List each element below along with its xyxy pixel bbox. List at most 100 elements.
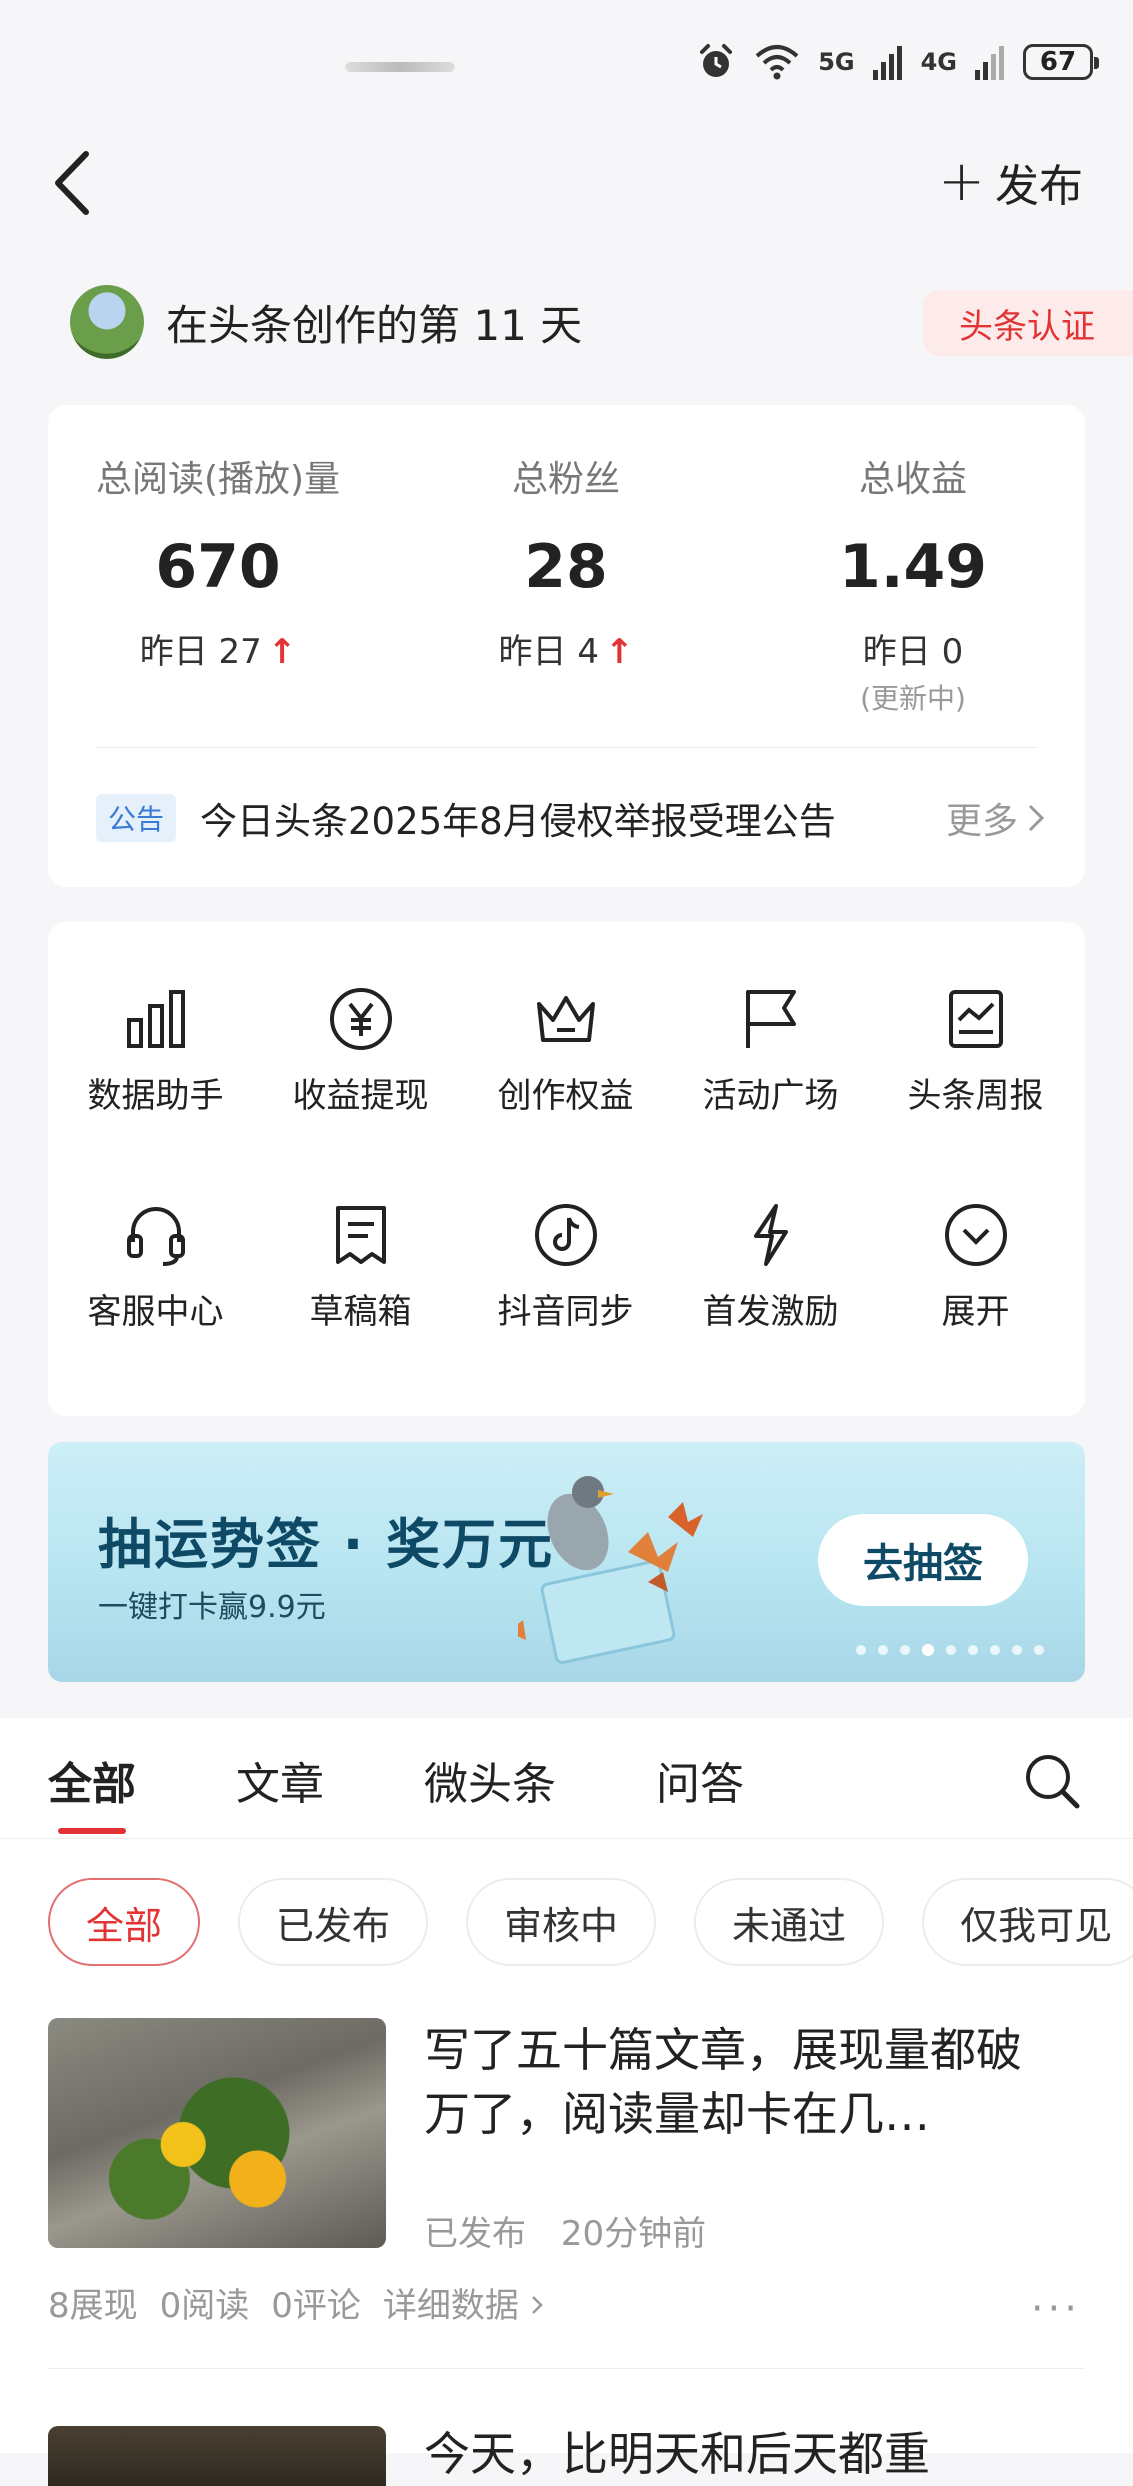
chip-private[interactable]: 仅我可见: [922, 1878, 1133, 1966]
search-icon[interactable]: [1023, 1752, 1081, 1810]
battery-indicator: 67: [1023, 44, 1099, 80]
carousel-dot[interactable]: [990, 1645, 1000, 1655]
post-impressions: 8展现: [48, 2286, 138, 2326]
tool-label: 头条周报: [907, 1076, 1044, 1116]
stat-value: 28: [524, 532, 608, 602]
more-options-button[interactable]: ···: [1031, 2286, 1081, 2332]
carousel-dot[interactable]: [1034, 1645, 1044, 1655]
post-thumbnail-2[interactable]: [48, 2426, 386, 2486]
banner-subtitle: 一键打卡赢9.9元: [98, 1590, 326, 1625]
tool-label: 展开: [941, 1292, 1010, 1332]
tool-first-publish-incentive[interactable]: 首发激励: [668, 1200, 873, 1333]
tool-douyin-sync[interactable]: 抖音同步: [463, 1200, 668, 1333]
stat-total-income[interactable]: 总收益 1.49 昨日 0 (更新中): [743, 450, 1083, 717]
notice-more-link[interactable]: 更多: [946, 792, 1046, 844]
carousel-dot[interactable]: [968, 1645, 978, 1655]
stat-value: 1.49: [838, 532, 988, 602]
lightning-icon: [736, 1200, 806, 1270]
status-icons: 5G 4G 67: [696, 38, 1099, 86]
tabs-divider: [0, 1838, 1133, 1839]
chip-rejected[interactable]: 未通过: [694, 1878, 885, 1966]
carousel-dot[interactable]: [922, 1644, 934, 1656]
tab-articles[interactable]: 文章: [236, 1748, 324, 1818]
tool-activity-plaza[interactable]: 活动广场: [668, 984, 873, 1117]
content-tabs: 全部 文章 微头条 问答: [48, 1748, 844, 1834]
stat-total-fans[interactable]: 总粉丝 28 昨日 4 ↑: [396, 450, 736, 673]
post-stats: 8展现 0阅读 0评论 详细数据: [48, 2278, 544, 2327]
stat-yesterday: 昨日 0: [862, 632, 964, 672]
carousel-dot[interactable]: [856, 1645, 866, 1655]
stat-yesterday: 昨日 4 ↑: [498, 632, 634, 672]
tool-label: 客服中心: [87, 1292, 224, 1332]
chip-reviewing[interactable]: 审核中: [466, 1878, 657, 1966]
chevron-right-icon: [1028, 804, 1045, 832]
tool-label: 收益提现: [292, 1076, 429, 1116]
stat-label: 总粉丝: [511, 459, 620, 500]
yen-icon: [326, 984, 396, 1054]
tool-customer-service[interactable]: 客服中心: [53, 1200, 258, 1333]
tool-weekly-report[interactable]: 头条周报: [873, 984, 1078, 1117]
wifi-icon: [755, 45, 799, 80]
trend-up-icon: ↑: [604, 632, 634, 672]
post-details-link[interactable]: 详细数据: [383, 2278, 544, 2327]
content-list: 全部 文章 微头条 问答 全部 已发布 审核中 未通过 仅我可见 写了五十篇文章…: [0, 1718, 1133, 2486]
tool-label: 数据助手: [87, 1076, 224, 1116]
bird-illustration-icon: [518, 1476, 703, 1664]
net-4g-label: 4G: [920, 48, 957, 76]
notice-bar[interactable]: 公告 今日头条2025年8月侵权举报受理公告 更多: [96, 790, 1086, 846]
tool-data-assistant[interactable]: 数据助手: [53, 984, 258, 1117]
post-time: 20分钟前: [560, 2214, 707, 2254]
tool-expand[interactable]: 展开: [873, 1200, 1078, 1333]
tab-qa[interactable]: 问答: [656, 1748, 744, 1818]
trend-up-icon: ↑: [267, 632, 297, 672]
stats-divider: [96, 747, 1037, 748]
stat-total-reads[interactable]: 总阅读(播放)量 670 昨日 27 ↑: [48, 450, 388, 673]
stat-yesterday: 昨日 27 ↑: [139, 632, 297, 672]
stat-label: 总阅读(播放)量: [95, 459, 341, 500]
stat-value: 670: [155, 532, 281, 602]
banner-title: 抽运势签 · 奖万元: [98, 1513, 555, 1576]
promo-banner[interactable]: 抽运势签 · 奖万元 一键打卡赢9.9元 去抽签: [48, 1442, 1085, 1682]
filter-chips: 全部 已发布 审核中 未通过 仅我可见: [48, 1878, 1133, 1966]
post-status: 已发布: [424, 2214, 526, 2254]
tool-drafts[interactable]: 草稿箱: [258, 1200, 463, 1333]
notice-text[interactable]: 今日头条2025年8月侵权举报受理公告: [200, 791, 946, 845]
carousel-dot[interactable]: [946, 1645, 956, 1655]
expand-icon: [941, 1200, 1011, 1270]
carousel-dot[interactable]: [878, 1645, 888, 1655]
publish-button[interactable]: + 发布: [938, 150, 1083, 214]
post-thumbnail[interactable]: [48, 2018, 386, 2248]
tool-creator-rights[interactable]: 创作权益: [463, 984, 668, 1117]
stat-note: (更新中): [860, 682, 966, 715]
tool-income-withdraw[interactable]: 收益提现: [258, 984, 463, 1117]
tab-micro-posts[interactable]: 微头条: [424, 1748, 556, 1818]
creation-days-text: 在头条创作的第 11 天: [166, 300, 583, 350]
carousel-dot[interactable]: [900, 1645, 910, 1655]
post-title[interactable]: 写了五十篇文章，展现量都破万了，阅读量却卡在几…: [424, 2018, 1064, 2146]
publish-label: 发布: [995, 161, 1083, 212]
chip-published[interactable]: 已发布: [238, 1878, 429, 1966]
tool-label: 活动广场: [702, 1076, 839, 1116]
crown-icon: [531, 984, 601, 1054]
chevron-right-icon: [531, 2296, 543, 2314]
chip-all[interactable]: 全部: [48, 1878, 201, 1966]
draft-icon: [326, 1200, 396, 1270]
back-arrow-icon[interactable]: [48, 148, 98, 218]
flag-icon: [736, 984, 806, 1054]
post-meta: 已发布 20分钟前: [424, 2206, 730, 2255]
post-comments: 0评论: [271, 2286, 361, 2326]
headset-icon: [121, 1200, 191, 1270]
stat-label: 总收益: [858, 459, 967, 500]
net-5g-label: 5G: [818, 48, 855, 76]
post-title-2[interactable]: 今天，比明天和后天都重: [424, 2418, 930, 2484]
tab-all[interactable]: 全部: [48, 1748, 136, 1834]
carousel-dot[interactable]: [1012, 1645, 1022, 1655]
status-pill: [345, 62, 455, 72]
cert-badge[interactable]: 头条认证: [923, 290, 1133, 356]
draw-lot-button[interactable]: 去抽签: [818, 1514, 1028, 1606]
tool-label: 抖音同步: [497, 1292, 634, 1332]
report-icon: [941, 984, 1011, 1054]
plus-icon: +: [938, 149, 985, 214]
avatar[interactable]: [70, 285, 144, 359]
tools-card: 数据助手 收益提现 创作权益 活动广场 头条周报 客服中心 草稿箱 抖音同步 首…: [48, 922, 1085, 1416]
